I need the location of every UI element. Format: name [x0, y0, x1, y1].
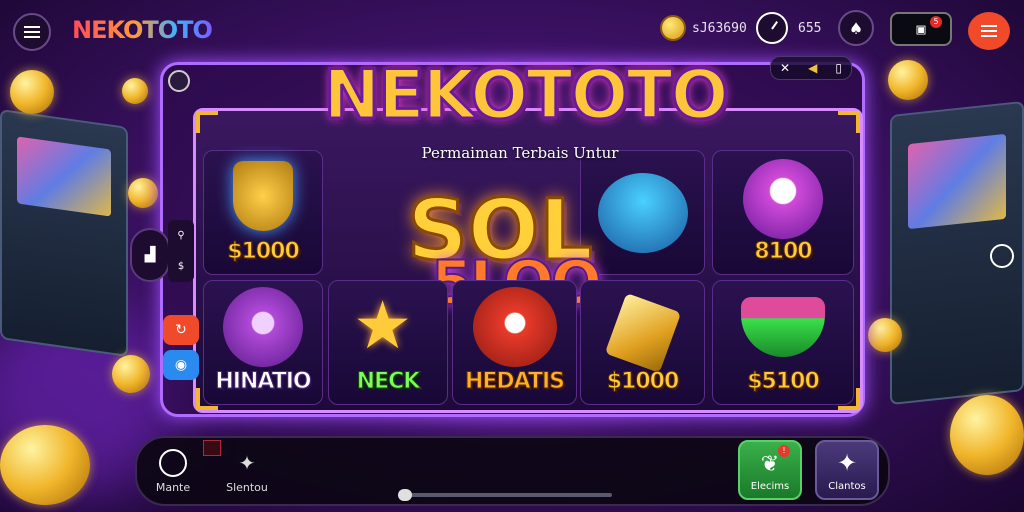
coin-decoration — [10, 70, 54, 114]
cat-icon — [223, 287, 303, 367]
coin-decoration — [0, 425, 90, 505]
game-tile[interactable]: $5100 — [712, 280, 854, 405]
game-tile[interactable]: HEDATIS — [452, 280, 577, 405]
notification-badge: 5 — [930, 16, 942, 28]
notification-button[interactable]: ▣ 5 — [890, 12, 952, 46]
frame-corner — [838, 111, 860, 133]
balance-display[interactable]: sJ63690 — [660, 10, 747, 46]
side-control-column[interactable]: ⚲ $ — [168, 220, 194, 282]
settings-icon[interactable] — [168, 70, 190, 92]
nav-item-slentou[interactable]: ✦ Slentou — [212, 442, 282, 500]
list-menu-button[interactable] — [968, 12, 1010, 50]
scroll-thumb[interactable] — [398, 489, 412, 501]
cat-icon — [743, 159, 823, 239]
notification-icon: ▣ — [916, 20, 926, 38]
nav-label: Elecims — [750, 481, 790, 492]
timer-value: 655 — [798, 20, 822, 36]
bowl-icon — [741, 297, 825, 357]
timer-display[interactable]: 655 — [756, 10, 821, 46]
star-icon: ★ — [353, 287, 413, 364]
coin-decoration — [950, 395, 1024, 475]
chat-icon: ◉ — [174, 357, 188, 373]
star-icon: ✦ — [238, 450, 256, 475]
frame-corner — [196, 111, 218, 133]
game-tile[interactable]: $1000 — [580, 280, 705, 405]
nav-button-clantos[interactable]: ✦ Clantos — [815, 440, 879, 500]
game-tile[interactable]: $1000 — [203, 150, 323, 275]
side-orange-button[interactable]: ↻ — [163, 315, 199, 345]
gold-bar-icon — [604, 293, 681, 373]
nav-label: Clantos — [828, 481, 866, 492]
side-blue-button[interactable]: ◉ — [163, 350, 199, 380]
tile-label: HINATIO — [215, 369, 312, 395]
tile-label: 8100 — [754, 239, 813, 265]
page-subtitle: Permaiman Terbais Untur — [421, 144, 619, 162]
box-icon: ▯ — [835, 61, 842, 75]
tile-label: $1000 — [227, 239, 301, 265]
side-mid-symbol: $ — [177, 261, 185, 272]
arcade-machine-left — [0, 109, 128, 357]
game-tile[interactable]: HINATIO — [203, 280, 323, 405]
coin-decoration — [128, 178, 158, 208]
star-icon: ✦ — [836, 449, 858, 477]
nav-item-mante[interactable]: Mante — [138, 442, 208, 500]
coin-decoration — [868, 318, 902, 352]
coin-decoration — [888, 60, 928, 100]
circle-icon[interactable] — [990, 244, 1014, 268]
spade-button[interactable]: ♠ — [838, 10, 874, 46]
chart-icon: ▟ — [144, 247, 156, 263]
nav-label: Slentou — [226, 480, 268, 494]
balance-value: sJ63690 — [692, 20, 747, 36]
nav-button-elecims[interactable]: ! ❦ Elecims — [738, 440, 802, 500]
side-chart-button[interactable]: ▟ — [130, 228, 170, 282]
menu-button[interactable] — [13, 13, 51, 51]
dragon-icon: ❦ — [760, 452, 780, 477]
scroll-track[interactable] — [398, 493, 612, 497]
tile-label: NECK — [356, 369, 421, 395]
game-tile[interactable]: ★ NECK — [328, 280, 448, 405]
brand-logo: NEKOTOTO — [72, 16, 213, 44]
arrow-icon: ◀ — [808, 61, 818, 75]
coin-decoration — [122, 78, 148, 104]
game-tile[interactable]: 8100 — [712, 150, 854, 275]
tile-label: HEDATIS — [464, 369, 565, 395]
header-mini-controls[interactable]: ✕ ◀ ▯ — [770, 56, 852, 80]
nav-badge: ! — [778, 445, 790, 457]
menu-icon — [24, 31, 40, 33]
list-icon — [981, 30, 997, 32]
circle-icon — [159, 448, 187, 477]
coin-icon — [660, 15, 686, 41]
page-title: NEKOTOTO — [322, 55, 730, 137]
clock-icon — [756, 12, 788, 44]
nav-label: Mante — [155, 480, 191, 494]
cat-icon — [472, 287, 557, 367]
coin-decoration — [112, 355, 150, 393]
back-icon: ✕ — [780, 61, 791, 75]
spade-icon: ♠ — [848, 18, 864, 38]
side-top-symbol: ⚲ — [177, 230, 185, 241]
tile-label: $1000 — [606, 369, 680, 395]
trophy-icon — [233, 161, 293, 231]
tile-label: $5100 — [747, 369, 821, 395]
refresh-icon: ↻ — [175, 322, 187, 338]
